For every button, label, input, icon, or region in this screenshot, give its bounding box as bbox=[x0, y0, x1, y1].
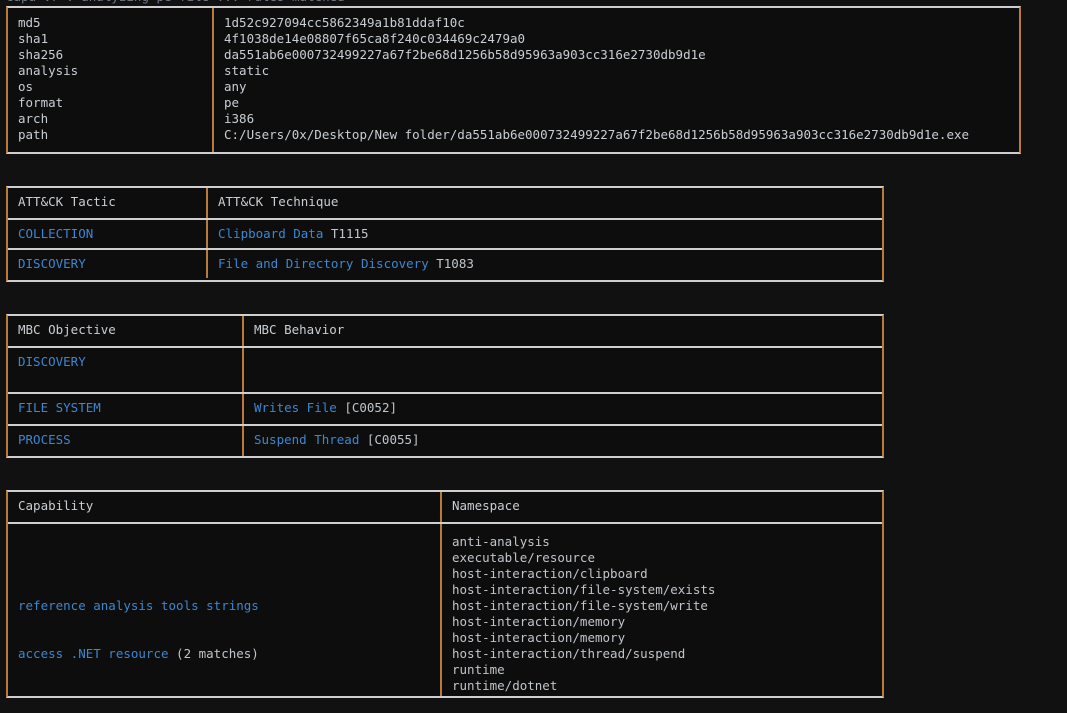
attack-technique-cell: File and Directory Discovery T1083 bbox=[208, 250, 882, 278]
namespace-list-cell: anti-analysis executable/resource host-i… bbox=[442, 524, 882, 696]
behavior-name: Writes File bbox=[254, 400, 337, 415]
list-item: access .NET resource (2 matches) bbox=[18, 646, 440, 662]
namespace-list: anti-analysis executable/resource host-i… bbox=[452, 534, 716, 693]
table-header-row: ATT&CK Tactic ATT&CK Technique bbox=[8, 188, 882, 218]
technique-id: T1115 bbox=[330, 226, 369, 241]
attack-table: ATT&CK Tactic ATT&CK Technique COLLECTIO… bbox=[6, 186, 884, 282]
table-row: DISCOVERY Analysis Tool Discovery::Proce… bbox=[8, 346, 882, 392]
technique-id: T1083 bbox=[436, 256, 474, 271]
behavior-id: [C0052] bbox=[336, 400, 398, 415]
metadata-values: 1d52c927094cc5862349a1b81ddaf10c 4f1038d… bbox=[224, 15, 970, 142]
capability-header: Capability bbox=[8, 492, 442, 522]
table-row: reference analysis tools strings access … bbox=[8, 522, 882, 696]
table-row: COLLECTION Clipboard Data T1115 bbox=[8, 218, 882, 248]
mbc-table: MBC Objective MBC Behavior DISCOVERY Ana… bbox=[6, 314, 884, 458]
attack-technique-header: ATT&CK Technique bbox=[218, 194, 339, 209]
mbc-behavior-cell: Writes File [C0052] bbox=[244, 394, 882, 424]
table-row: DISCOVERY File and Directory Discovery T… bbox=[8, 248, 882, 278]
mbc-behavior-cell: Suspend Thread [C0055] bbox=[244, 426, 882, 456]
attack-tactic-cell: COLLECTION bbox=[8, 220, 208, 248]
metadata-keys-cell: md5 sha1 sha256 analysis os format arch … bbox=[8, 8, 214, 152]
attack-technique-cell: Clipboard Data T1115 bbox=[208, 220, 882, 248]
table-row: PROCESS Suspend Thread [C0055] bbox=[8, 424, 882, 456]
namespace-header: Namespace bbox=[452, 498, 520, 513]
capability-name: access .NET resource bbox=[18, 646, 169, 661]
metadata-keys: md5 sha1 sha256 analysis os format arch … bbox=[18, 15, 79, 142]
table-row: FILE SYSTEM Writes File [C0052] bbox=[8, 392, 882, 424]
table-header-row: MBC Objective MBC Behavior bbox=[8, 316, 882, 346]
metadata-values-cell: 1d52c927094cc5862349a1b81ddaf10c 4f1038d… bbox=[214, 8, 1019, 152]
capability-name: reference analysis tools strings bbox=[18, 598, 259, 613]
mbc-objective-cell: PROCESS bbox=[8, 426, 244, 456]
capability-list: reference analysis tools strings access … bbox=[18, 566, 440, 696]
capability-matches: (2 matches) bbox=[168, 646, 259, 661]
list-item: check clipboard data (3 matches) bbox=[18, 694, 440, 696]
behavior-id: [C0055] bbox=[359, 432, 420, 447]
clipped-top-line: capa v7 : analyzing pe file ... rules ma… bbox=[6, 0, 345, 5]
behavior-name: Suspend Thread bbox=[254, 432, 360, 447]
mbc-objective-cell: DISCOVERY bbox=[8, 348, 244, 392]
file-metadata-table: md5 sha1 sha256 analysis os format arch … bbox=[6, 6, 1021, 154]
capability-table: Capability Namespace reference analysis … bbox=[6, 490, 884, 698]
attack-tactic-cell: DISCOVERY bbox=[8, 250, 208, 278]
table-row: md5 sha1 sha256 analysis os format arch … bbox=[8, 8, 1019, 152]
technique-name: File and Directory Discovery bbox=[218, 256, 429, 271]
capability-name: check clipboard data bbox=[18, 694, 169, 696]
behavior-list: Analysis Tool Discovery::Process detecti… bbox=[254, 386, 882, 392]
list-item: reference analysis tools strings bbox=[18, 598, 440, 614]
mbc-objective-cell: FILE SYSTEM bbox=[8, 394, 244, 424]
attack-tactic-header: ATT&CK Tactic bbox=[8, 188, 208, 218]
mbc-behavior-cell: Analysis Tool Discovery::Process detecti… bbox=[244, 348, 882, 392]
mbc-objective-header: MBC Objective bbox=[8, 316, 244, 346]
capability-list-cell: reference analysis tools strings access … bbox=[8, 524, 442, 696]
capability-matches: (3 matches) bbox=[169, 694, 259, 696]
technique-name: Clipboard Data bbox=[218, 226, 324, 241]
mbc-behavior-header: MBC Behavior bbox=[254, 322, 345, 337]
table-header-row: Capability Namespace bbox=[8, 492, 882, 522]
